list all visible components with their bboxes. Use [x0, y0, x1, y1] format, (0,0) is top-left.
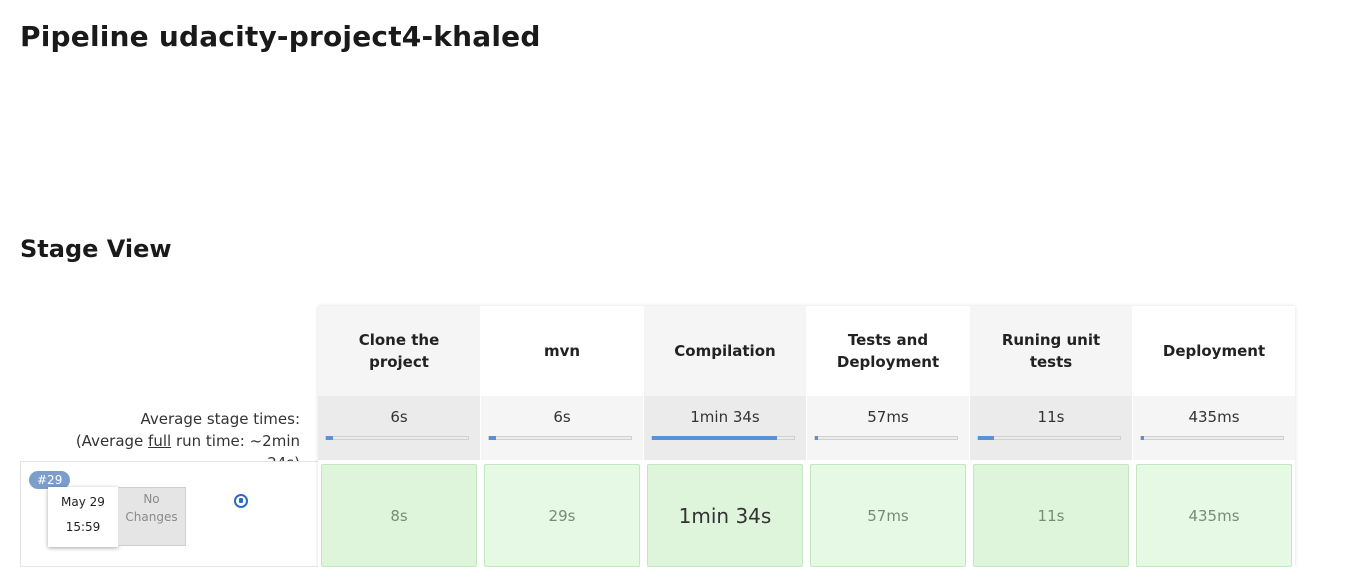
- stage-average: 6s: [481, 396, 643, 460]
- stage-column-tests-and-deployment: Tests and Deployment 57ms 57ms: [807, 306, 969, 567]
- stage-duration-cell[interactable]: 435ms: [1136, 464, 1292, 567]
- stage-header: mvn: [481, 306, 643, 396]
- pipeline-page: Pipeline udacity-project4-khaled Stage V…: [0, 0, 1372, 567]
- stage-average-bar: [977, 436, 1121, 440]
- stage-header: Tests and Deployment: [807, 306, 969, 396]
- stage-column-clone-the-project: Clone the project 6s 8s: [318, 306, 480, 567]
- stage-average-bar-fill: [489, 436, 497, 440]
- build-date-box: May 29 15:59: [48, 487, 118, 547]
- stage-average-time: 1min 34s: [690, 408, 760, 426]
- stage-column-deployment: Deployment 435ms 435ms: [1133, 306, 1295, 567]
- stage-average-bar: [651, 436, 795, 440]
- stage-average-bar: [814, 436, 958, 440]
- stage-average-bar: [1140, 436, 1284, 440]
- stage-average-bar-fill: [978, 436, 994, 440]
- stage-table: Clone the project 6s 8s mvn 6s 29s Compi…: [318, 306, 1295, 567]
- stage-average: 6s: [318, 396, 480, 460]
- stage-average: 57ms: [807, 396, 969, 460]
- average-run-time-suffix: run time: ~2min: [171, 432, 300, 450]
- stage-header: Deployment: [1133, 306, 1295, 396]
- stage-header: Compilation: [644, 306, 806, 396]
- stage-column-mvn: mvn 6s 29s: [481, 306, 643, 567]
- stage-average-time: 11s: [1037, 408, 1065, 426]
- stage-duration-cell[interactable]: 8s: [321, 464, 477, 567]
- full-run-link[interactable]: full: [148, 432, 171, 450]
- stage-average-time: 6s: [553, 408, 571, 426]
- stage-average-bar: [488, 436, 632, 440]
- stage-average: 11s: [970, 396, 1132, 460]
- stage-average: 1min 34s: [644, 396, 806, 460]
- stage-average-bar-fill: [815, 436, 818, 440]
- stage-column-runing-unit-tests: Runing unit tests 11s 11s: [970, 306, 1132, 567]
- stage-column-compilation: Compilation 1min 34s 1min 34s: [644, 306, 806, 567]
- stage-average-time: 6s: [390, 408, 408, 426]
- stage-duration-cell[interactable]: 29s: [484, 464, 640, 567]
- stage-header: Runing unit tests: [970, 306, 1132, 396]
- stage-view-heading: Stage View: [20, 235, 172, 263]
- stage-average: 435ms: [1133, 396, 1295, 460]
- stage-duration-cell[interactable]: 1min 34s: [647, 464, 803, 567]
- changes-line-1: No: [143, 492, 160, 506]
- stage-average-bar-fill: [652, 436, 777, 440]
- stage-average-bar: [325, 436, 469, 440]
- info-icon[interactable]: [234, 494, 248, 508]
- build-changes-box[interactable]: No Changes: [118, 487, 186, 546]
- average-stage-times-text: Average stage times:: [140, 410, 300, 428]
- stage-average-time: 435ms: [1188, 408, 1240, 426]
- stage-average-time: 57ms: [867, 408, 909, 426]
- build-row-meta: #29 May 29 15:59 No Changes: [20, 461, 318, 567]
- average-run-time-prefix: (Average: [75, 432, 149, 450]
- build-time: 15:59: [65, 520, 101, 534]
- average-run-time-text: (Average full run time: ~2min: [20, 430, 300, 452]
- build-date: May 29: [61, 495, 105, 509]
- stage-duration-cell[interactable]: 11s: [973, 464, 1129, 567]
- changes-line-2: Changes: [125, 510, 178, 524]
- page-title: Pipeline udacity-project4-khaled: [20, 20, 541, 53]
- stage-header: Clone the project: [318, 306, 480, 396]
- stage-duration-cell[interactable]: 57ms: [810, 464, 966, 567]
- stage-average-bar-fill: [326, 436, 334, 440]
- stage-average-bar-fill: [1141, 436, 1144, 440]
